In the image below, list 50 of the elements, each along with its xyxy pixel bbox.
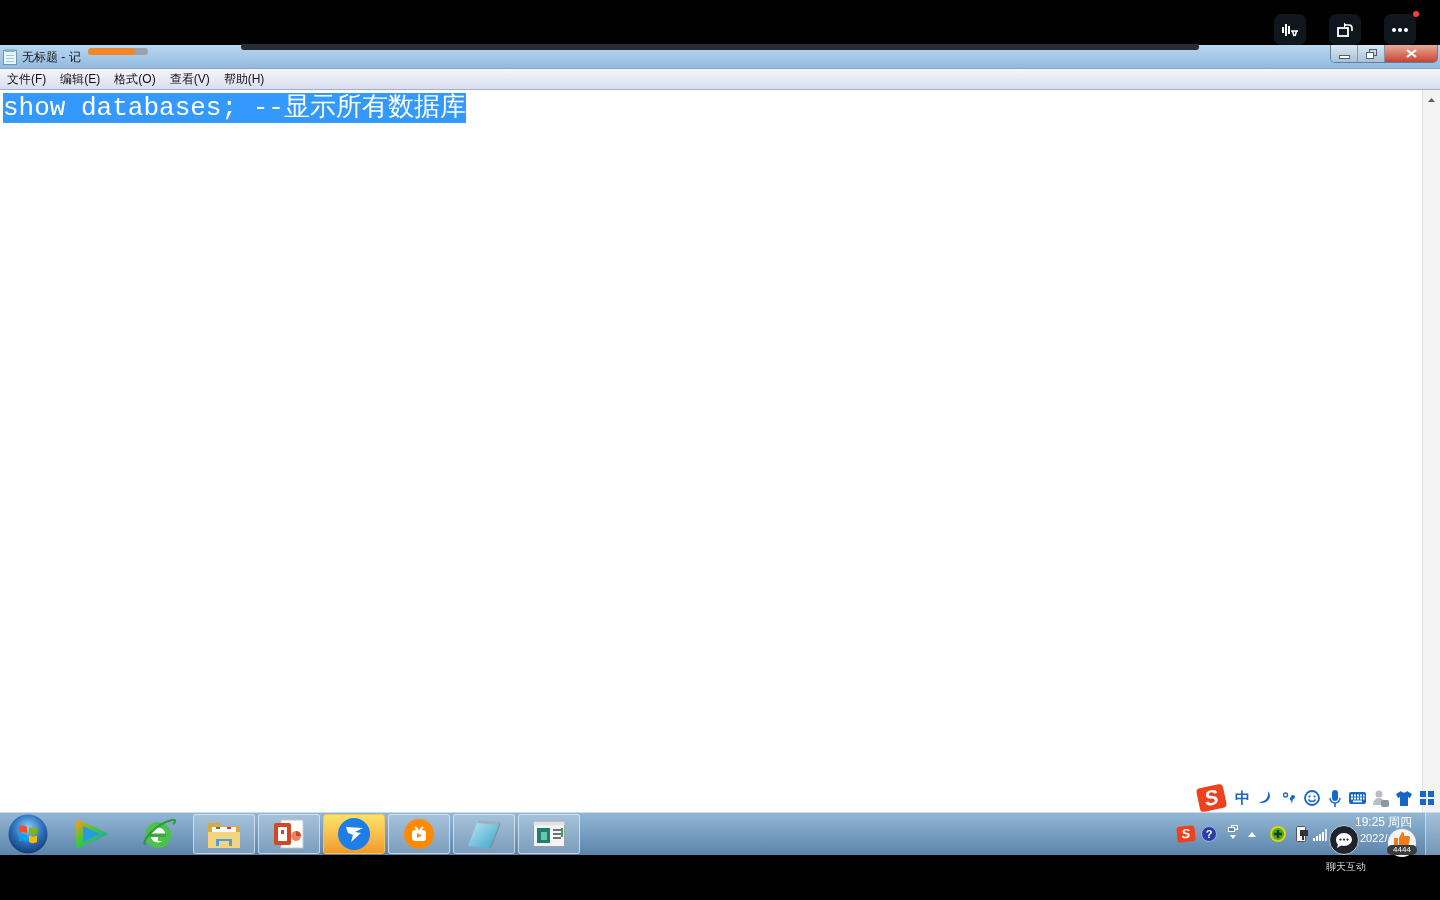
grid-icon[interactable] xyxy=(1419,791,1434,805)
menu-item[interactable]: 文件(F) xyxy=(0,69,54,89)
restore-icon xyxy=(1365,48,1377,59)
signal-icon[interactable] xyxy=(1313,829,1327,841)
like-count: 4444 xyxy=(1387,845,1417,855)
menu-item[interactable]: 格式(O) xyxy=(107,69,163,89)
bolt-circle-icon xyxy=(338,818,370,850)
clock-date[interactable]: 2022/ xyxy=(1360,831,1388,845)
close-button[interactable] xyxy=(1385,45,1437,62)
sound-wave-icon xyxy=(1282,22,1298,37)
plug-icon[interactable] xyxy=(1296,826,1308,842)
presentation-icon xyxy=(274,819,304,849)
chat-bubble-icon xyxy=(1336,832,1352,848)
subtitle-button[interactable] xyxy=(1274,14,1306,45)
scroll-up-arrow-icon[interactable] xyxy=(1428,98,1435,102)
start-orb-icon xyxy=(8,814,48,854)
window-icon xyxy=(533,821,565,847)
close-icon xyxy=(1405,49,1417,58)
ime-tray-logo[interactable]: S xyxy=(1176,825,1196,843)
up-arrow-icon[interactable] xyxy=(1248,831,1256,837)
play-triangle-icon xyxy=(76,819,110,849)
rotate-icon xyxy=(1337,22,1353,37)
more-button[interactable] xyxy=(1384,14,1416,45)
restore-button[interactable] xyxy=(1358,45,1385,62)
microphone-icon[interactable] xyxy=(1328,789,1341,807)
tv-icon xyxy=(404,819,434,849)
taskbar-window-button[interactable] xyxy=(323,814,385,854)
menu-item[interactable]: 帮助(H) xyxy=(216,69,272,89)
moon-icon[interactable] xyxy=(1259,791,1272,805)
editor-text: show databases; --显示所有数据库 xyxy=(3,93,466,123)
minimize-icon xyxy=(1338,54,1350,59)
window-title: 无标题 - 记 xyxy=(22,48,81,65)
chat-label: 聊天互动 xyxy=(1326,861,1366,873)
person-icon[interactable] xyxy=(1372,789,1389,807)
rotate-button[interactable] xyxy=(1329,14,1361,45)
scrollbar[interactable] xyxy=(1422,90,1440,812)
menu-item[interactable]: 查看(V) xyxy=(162,69,217,89)
more-icon xyxy=(1392,27,1408,32)
help-button[interactable]: ? xyxy=(1201,826,1217,842)
notepad-icon xyxy=(468,819,500,849)
minimize-button[interactable] xyxy=(1331,45,1358,62)
shirt-icon[interactable] xyxy=(1395,790,1412,806)
window-switch-icon[interactable] xyxy=(1228,825,1238,839)
swoosh-circle-icon xyxy=(142,818,176,850)
notepad-icon xyxy=(3,48,17,65)
menu-item[interactable]: 编辑(E) xyxy=(53,69,108,89)
input-mode-toggle[interactable]: 中 xyxy=(1231,788,1254,808)
plus-circle-icon[interactable] xyxy=(1270,826,1286,842)
punctuation-icon[interactable] xyxy=(1282,792,1295,804)
keyboard-icon[interactable] xyxy=(1349,792,1366,804)
